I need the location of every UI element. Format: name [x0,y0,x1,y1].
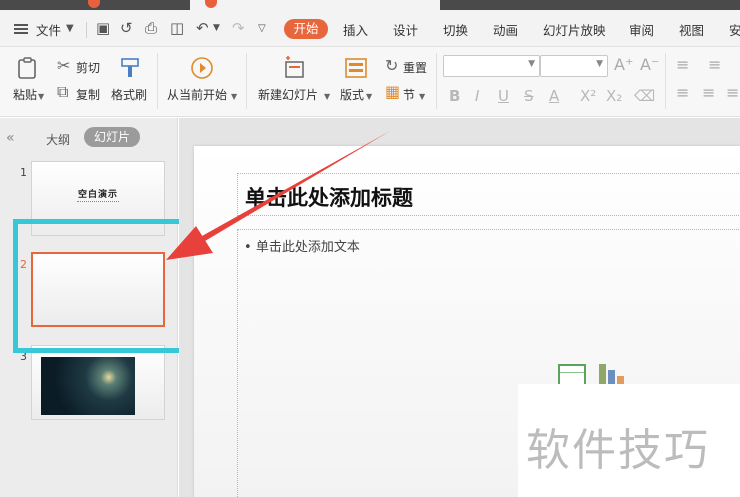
collapse-panel-icon[interactable]: « [6,130,15,146]
tab-design[interactable]: 设计 [393,20,418,39]
section-icon[interactable]: ▦ [385,84,400,100]
window-tab-active[interactable] [190,0,440,10]
play-icon[interactable] [190,56,214,80]
subscript-icon[interactable]: X₂ [606,87,622,105]
play-from-current-button[interactable]: 从当前开始 [167,86,227,103]
export-icon[interactable]: ↺ [120,19,133,37]
bullet-list-icon[interactable]: ≡ [676,57,689,73]
bold-icon[interactable]: B [449,87,460,105]
paste-button[interactable]: 粘贴 [13,86,37,103]
play-dropdown-icon[interactable]: ▼ [231,89,237,105]
new-slide-dropdown-icon[interactable]: ▼ [324,89,330,105]
layout-icon[interactable] [344,56,368,80]
thumbnail-title: 空白演示 [77,190,118,200]
thumbnail-photo [41,357,135,415]
new-slide-icon[interactable] [282,56,306,80]
customize-toolbar-icon[interactable]: ▽ [258,23,266,34]
app-window: 文件 ▼ ▣ ↺ ⎙ ◫ ↶ ▼ ↷ ▽ 开始 插入 设计 切换 动画 幻灯片放… [0,0,740,497]
divider [86,22,87,38]
undo-dropdown-icon[interactable]: ▼ [213,23,220,33]
divider [157,53,158,109]
tab-outline[interactable]: 大纲 [46,131,70,148]
copy-button[interactable]: 复制 [76,86,100,103]
print-icon[interactable]: ⎙ [145,19,157,37]
align-left-icon[interactable]: ≡ [676,85,689,101]
section-dropdown-icon[interactable]: ▼ [419,89,425,105]
format-painter-button[interactable]: 格式刷 [111,86,147,103]
decrease-font-icon[interactable]: A⁻ [640,57,659,73]
tab-animations[interactable]: 动画 [493,20,518,39]
layout-button[interactable]: 版式 [340,86,364,103]
save-icon[interactable]: ▣ [96,19,110,37]
title-placeholder-text: 单击此处添加标题 [245,186,413,210]
font-name-select[interactable]: ▼ [443,55,540,77]
redo-icon[interactable]: ↷ [232,19,245,37]
thumbnail-subtitle-line [77,201,119,202]
font-size-select[interactable]: ▼ [540,55,608,77]
increase-font-icon[interactable]: A⁺ [614,57,633,73]
copy-icon[interactable]: ⧉ [57,84,68,100]
tab-security[interactable]: 安 [729,20,740,39]
layout-dropdown-icon[interactable]: ▼ [366,89,372,105]
tab-slideshow[interactable]: 幻灯片放映 [543,20,606,39]
undo-icon[interactable]: ↶ [196,19,209,37]
print-preview-icon[interactable]: ◫ [170,19,184,37]
title-placeholder[interactable]: 单击此处添加标题 [237,173,740,216]
italic-icon[interactable]: I [475,87,479,105]
paste-dropdown-icon[interactable]: ▼ [38,89,44,105]
tab-insert[interactable]: 插入 [343,20,368,39]
scissors-icon[interactable]: ✂ [57,58,70,74]
superscript-icon[interactable]: X² [580,87,596,105]
hamburger-menu-icon[interactable] [14,24,28,34]
menu-bar: 文件 ▼ ▣ ↺ ⎙ ◫ ↶ ▼ ↷ ▽ 开始 插入 设计 切换 动画 幻灯片放… [0,10,740,47]
title-strip [0,0,740,10]
font-color-icon[interactable]: A [549,87,559,105]
watermark-text: 软件技巧 [526,425,710,476]
window-tab-bar-right [440,0,740,10]
reset-icon[interactable]: ↻ [385,58,398,74]
tab-transitions[interactable]: 切换 [443,20,468,39]
file-menu[interactable]: 文件 [36,20,61,39]
align-center-icon[interactable]: ≡ [702,85,715,101]
divider [246,53,247,109]
chevron-down-icon: ▼ [528,59,535,69]
slide-number: 1 [20,166,27,179]
format-painter-icon[interactable] [118,56,142,80]
cut-button[interactable]: 剪切 [76,59,100,76]
watermark: 软件技巧 [518,384,740,497]
slide-thumbnail-3[interactable] [31,345,165,420]
tab-review[interactable]: 审阅 [629,20,654,39]
body-placeholder-text: • 单击此处添加文本 [244,240,360,255]
chevron-down-icon: ▼ [596,59,603,69]
tab-view[interactable]: 视图 [679,20,704,39]
underline-icon[interactable]: U [498,87,509,105]
chevron-down-icon[interactable]: ▼ [66,23,74,34]
align-right-icon[interactable]: ≡ [726,85,739,101]
new-slide-button[interactable]: 新建幻灯片 [258,86,318,103]
tab-home[interactable]: 开始 [284,19,328,39]
ribbon-toolbar: 粘贴 ▼ ✂ 剪切 ⧉ 复制 格式刷 从当前开始 ▼ 新建幻灯片 ▼ 版式 ▼ … [0,47,740,117]
eraser-icon[interactable]: ⌫ [634,87,655,105]
tab-slides[interactable]: 幻灯片 [84,127,140,147]
strikethrough-icon[interactable]: S [524,87,534,105]
section-button[interactable]: 节 [403,86,415,103]
divider [665,53,666,109]
divider [436,53,437,109]
paste-icon[interactable] [16,56,40,80]
numbered-list-icon[interactable]: ≡ [708,57,721,73]
reset-button[interactable]: 重置 [403,59,427,76]
body-placeholder-label: 单击此处添加文本 [255,240,360,255]
